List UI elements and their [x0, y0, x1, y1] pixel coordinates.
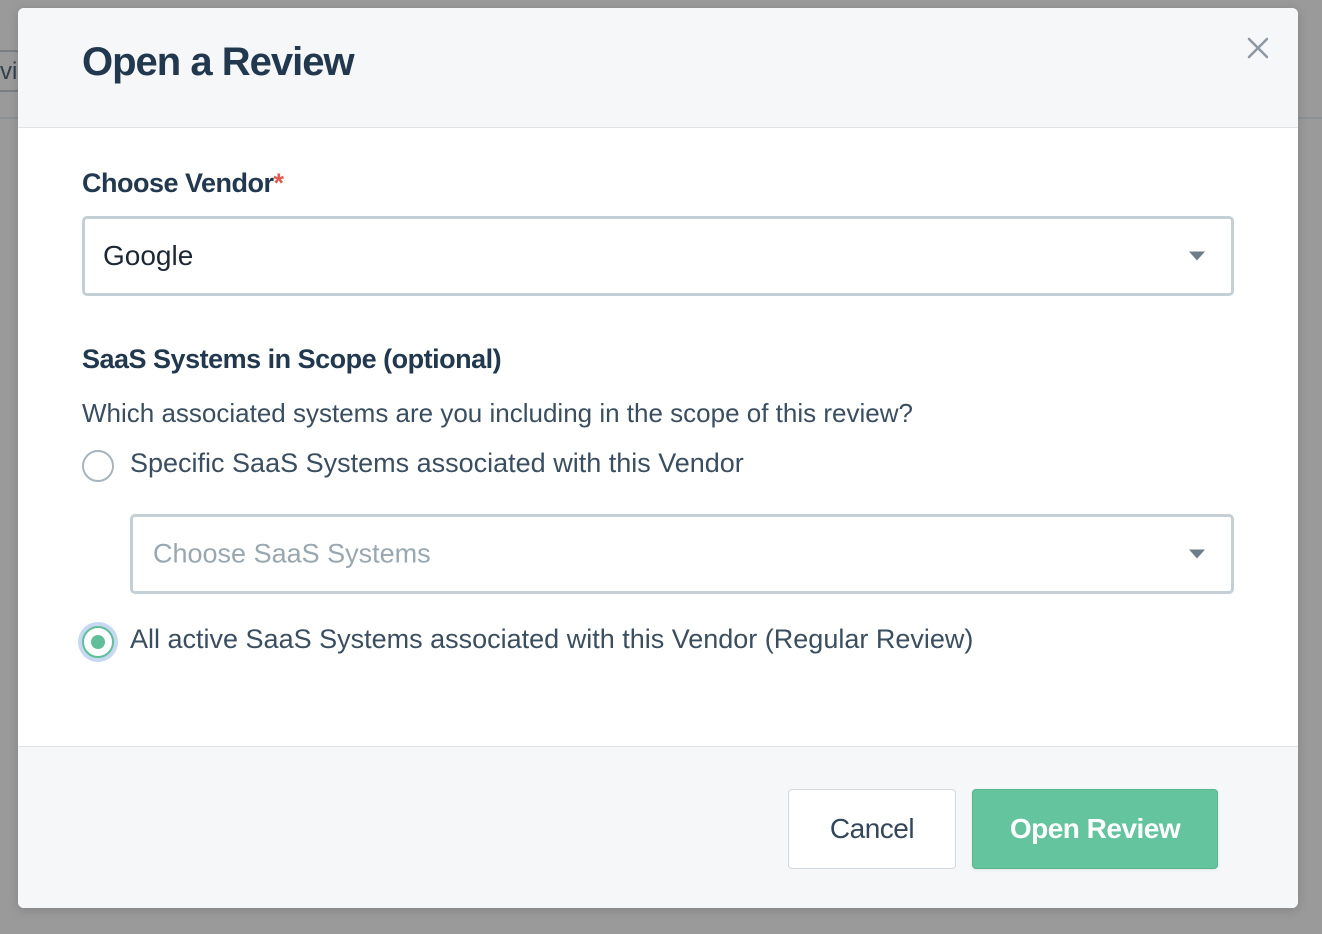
background-divider-right — [1298, 117, 1322, 119]
background-tab: vie — [0, 50, 20, 92]
radio-label-specific: Specific SaaS Systems associated with th… — [130, 448, 744, 478]
vendor-label: Choose Vendor* — [82, 168, 284, 199]
chevron-down-icon — [1189, 251, 1205, 261]
radio-label-all-active: All active SaaS Systems associated with … — [130, 624, 974, 654]
radio-option-all-active[interactable]: All active SaaS Systems associated with … — [82, 624, 982, 662]
radio-option-specific[interactable]: Specific SaaS Systems associated with th… — [82, 448, 782, 486]
open-review-modal: Open a Review Choose Vendor* Google SaaS… — [18, 8, 1298, 908]
close-button[interactable] — [1242, 32, 1274, 64]
vendor-select-value: Google — [103, 240, 194, 271]
modal-title: Open a Review — [82, 40, 355, 84]
vendor-select[interactable]: Google — [82, 216, 1234, 296]
saas-systems-select-placeholder: Choose SaaS Systems — [153, 538, 431, 569]
saas-systems-select[interactable]: Choose SaaS Systems — [130, 514, 1234, 594]
modal-header: Open a Review — [18, 8, 1298, 128]
background-divider-left — [0, 117, 18, 119]
vendor-label-text: Choose Vendor — [82, 168, 274, 198]
cancel-button[interactable]: Cancel — [788, 789, 956, 869]
scope-label: SaaS Systems in Scope (optional) — [82, 344, 502, 374]
radio-button-all-active[interactable] — [82, 626, 114, 658]
modal-footer: Cancel Open Review — [18, 746, 1298, 908]
scope-question: Which associated systems are you includi… — [82, 398, 913, 428]
radio-button-specific[interactable] — [82, 450, 114, 482]
close-icon — [1247, 37, 1269, 59]
required-mark: * — [273, 168, 285, 198]
open-review-button[interactable]: Open Review — [972, 789, 1218, 869]
chevron-down-icon — [1189, 549, 1205, 559]
